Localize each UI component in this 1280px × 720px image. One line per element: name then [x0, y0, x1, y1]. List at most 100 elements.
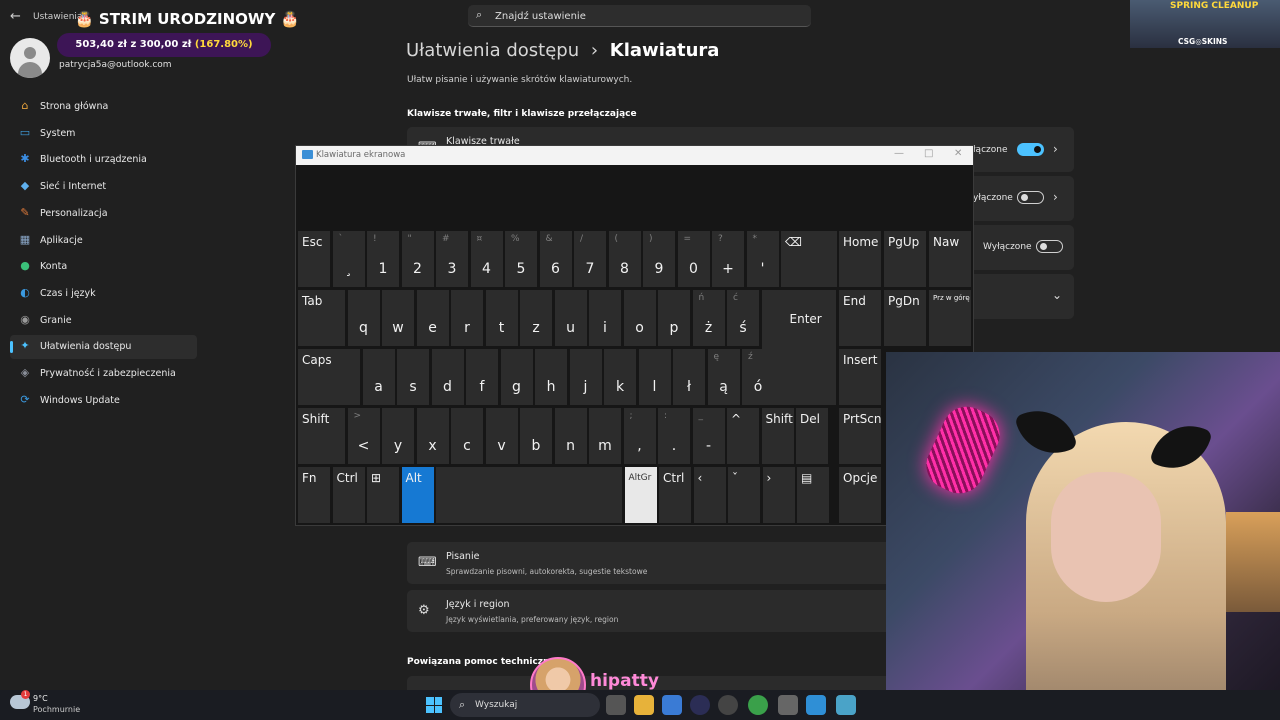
osk-key[interactable]: % 5: [505, 231, 537, 287]
osk-key[interactable]: ^: [727, 408, 759, 464]
avatar[interactable]: [10, 38, 50, 78]
osk-key[interactable]: ? +: [712, 231, 744, 287]
osk-key[interactable]: = 0: [677, 231, 710, 287]
file-explorer-icon[interactable]: [634, 695, 654, 715]
osk-key[interactable]: ▤: [797, 467, 829, 523]
osk-key[interactable]: * ': [746, 231, 779, 287]
osk-key[interactable]: :.: [658, 408, 690, 464]
on-screen-keyboard[interactable]: Klawiatura ekranowa — □ ✕ Esc ` ¸! 1 " 2 #3 ¤ 4%…: [295, 145, 974, 526]
osk-key[interactable]: Naw: [929, 231, 971, 287]
back-arrow-icon[interactable]: ←: [10, 9, 21, 24]
task-view-icon[interactable]: [606, 695, 626, 715]
app-icon[interactable]: [690, 695, 710, 715]
notepad-icon[interactable]: [806, 695, 826, 715]
osk-key[interactable]: u: [554, 290, 587, 346]
osk-key[interactable]: Esc: [298, 231, 330, 287]
osk-key[interactable]: Home: [839, 231, 881, 287]
breadcrumb-parent[interactable]: Ułatwienia dostępu: [406, 40, 579, 61]
osk-key[interactable]: źó: [742, 349, 774, 405]
osk-key[interactable]: ;,: [623, 408, 656, 464]
osk-key[interactable]: Shift: [761, 408, 794, 464]
sidebar-item[interactable]: ✦ Ułatwienia dostępu: [10, 335, 197, 360]
osk-key[interactable]: c: [451, 408, 483, 464]
osk-key[interactable]: " 2: [401, 231, 434, 287]
osk-key[interactable]: r: [451, 290, 483, 346]
osk-key[interactable]: (8: [608, 231, 641, 287]
osk-key[interactable]: e: [416, 290, 449, 346]
osk-key[interactable]: q: [347, 290, 380, 346]
osk-key[interactable]: p: [658, 290, 690, 346]
osk-key[interactable]: Shift: [298, 408, 345, 464]
osk-titlebar[interactable]: Klawiatura ekranowa — □ ✕: [296, 146, 973, 165]
osk-key[interactable]: ńż: [692, 290, 725, 346]
osk-key[interactable]: ⌫: [781, 231, 837, 287]
osk-key[interactable]: Ctrl: [332, 467, 365, 523]
osk-key[interactable]: ⊞: [367, 467, 399, 523]
osk-key[interactable]: b: [520, 408, 552, 464]
osk-key[interactable]: ` ¸: [332, 231, 365, 287]
settings-icon[interactable]: [778, 695, 798, 715]
osk-key[interactable]: [436, 467, 622, 523]
osk-taskbar-icon[interactable]: [836, 695, 856, 715]
osk-key[interactable]: m: [589, 408, 621, 464]
chevron-right-icon[interactable]: ›: [1053, 190, 1058, 204]
osk-key[interactable]: PgUp: [884, 231, 926, 287]
osk-key[interactable]: s: [397, 349, 429, 405]
osk-key[interactable]: ! 1: [367, 231, 399, 287]
osk-key[interactable]: Ctrl: [659, 467, 691, 523]
sidebar-item[interactable]: ⌂ Strona główna: [10, 95, 197, 119]
osk-key[interactable]: k: [604, 349, 636, 405]
osk-key[interactable]: h: [535, 349, 567, 405]
osk-key[interactable]: Prz w górę: [929, 290, 971, 346]
store-icon[interactable]: [662, 695, 682, 715]
osk-key[interactable]: y: [382, 408, 414, 464]
osk-key[interactable]: x: [416, 408, 449, 464]
osk-key[interactable]: & 6: [539, 231, 572, 287]
sidebar-item[interactable]: ◉ Granie: [10, 309, 197, 333]
taskbar-search[interactable]: ⌕ Wyszukaj: [450, 693, 600, 717]
sidebar-item[interactable]: ◐ Czas i język: [10, 282, 197, 306]
sidebar-item[interactable]: ◆ Sieć i Internet: [10, 175, 197, 199]
chevron-right-icon[interactable]: ›: [1053, 142, 1058, 156]
osk-key[interactable]: ¤ 4: [470, 231, 503, 287]
osk-key[interactable]: v: [485, 408, 518, 464]
osk-key[interactable]: ›: [762, 467, 795, 523]
osk-key[interactable]: Caps: [298, 349, 360, 405]
osk-key[interactable]: Tab: [298, 290, 345, 346]
toggle-keys-toggle[interactable]: [1036, 240, 1063, 253]
windows-start-icon[interactable]: [426, 697, 442, 713]
osk-key[interactable]: PrtScn: [839, 408, 881, 464]
osk-key[interactable]: a: [362, 349, 395, 405]
osk-key[interactable]: g: [500, 349, 533, 405]
osk-key[interactable]: z: [520, 290, 552, 346]
sidebar-item[interactable]: ● Konta: [10, 255, 197, 279]
osk-key[interactable]: /7: [574, 231, 606, 287]
osk-key[interactable]: f: [466, 349, 498, 405]
chevron-down-icon[interactable]: ⌄: [1052, 288, 1062, 302]
osk-key[interactable]: o: [623, 290, 656, 346]
filter-keys-toggle[interactable]: [1017, 191, 1044, 204]
search-input[interactable]: [495, 8, 795, 24]
osk-key[interactable]: PgDn: [884, 290, 926, 346]
osk-key[interactable]: End: [839, 290, 881, 346]
osk-key[interactable]: AltGr: [624, 467, 657, 523]
weather-condition[interactable]: Pochmurnie: [33, 705, 80, 714]
osk-key[interactable]: j: [569, 349, 602, 405]
chrome-icon[interactable]: [748, 695, 768, 715]
osk-key[interactable]: l: [638, 349, 671, 405]
osk-key[interactable]: Fn: [298, 467, 330, 523]
minimize-icon[interactable]: —: [894, 148, 904, 159]
osk-key[interactable]: ) 9: [643, 231, 675, 287]
osk-key[interactable]: _ -: [692, 408, 725, 464]
osk-key[interactable]: ˇ: [728, 467, 760, 523]
sidebar-item[interactable]: ◈ Prywatność i zabezpieczenia: [10, 362, 197, 386]
osk-key[interactable]: ćś: [727, 290, 759, 346]
osk-key[interactable]: > <: [347, 408, 380, 464]
sidebar-item[interactable]: ▭ System: [10, 122, 197, 146]
osk-key[interactable]: Insert: [839, 349, 881, 405]
osk-key[interactable]: w: [382, 290, 414, 346]
sidebar-item[interactable]: ⟳ Windows Update: [10, 389, 197, 413]
osk-key[interactable]: Opcje: [839, 467, 881, 523]
sidebar-item[interactable]: ✱ Bluetooth i urządzenia: [10, 148, 197, 172]
osk-key[interactable]: ł: [673, 349, 705, 405]
